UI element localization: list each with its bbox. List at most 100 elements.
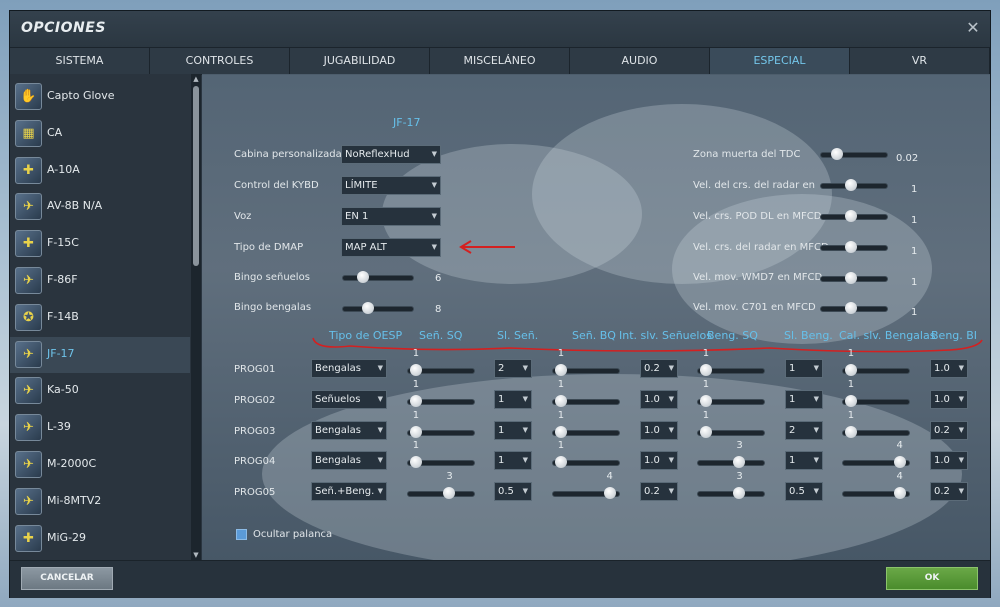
tab-sistema[interactable]: SISTEMA bbox=[10, 48, 150, 74]
radar-mfcd-slider[interactable] bbox=[820, 239, 888, 257]
slider-knob[interactable] bbox=[554, 394, 567, 407]
tipo-dropdown[interactable]: Bengalas ▼ bbox=[311, 359, 387, 378]
tab-especial[interactable]: ESPECIAL bbox=[710, 48, 850, 74]
slider-knob[interactable] bbox=[844, 425, 857, 438]
slider-knob[interactable] bbox=[443, 487, 456, 500]
tipo-dropdown[interactable]: Bengalas ▼ bbox=[311, 420, 387, 440]
scroll-thumb[interactable] bbox=[193, 86, 199, 266]
sen-bq-slider[interactable] bbox=[552, 362, 620, 380]
cal-slider[interactable] bbox=[842, 424, 910, 442]
beng-bi-dropdown[interactable]: 0.2 ▼ bbox=[930, 420, 968, 440]
slider-knob[interactable] bbox=[844, 394, 857, 407]
sidebar-item-jf-17[interactable]: ✈ JF-17 bbox=[10, 336, 190, 373]
tab-audio[interactable]: AUDIO bbox=[570, 48, 710, 74]
sl-sen-dropdown[interactable]: 1 ▼ bbox=[494, 451, 532, 471]
tab-vr[interactable]: VR bbox=[850, 48, 990, 74]
tab-controles[interactable]: CONTROLES bbox=[150, 48, 290, 74]
sl-sen-dropdown[interactable]: 0.5 ▼ bbox=[494, 482, 532, 502]
bingo-bengalas-slider[interactable] bbox=[342, 300, 414, 318]
slider-knob[interactable] bbox=[554, 456, 567, 469]
int-dropdown[interactable]: 0.2 ▼ bbox=[640, 359, 678, 378]
int-dropdown[interactable]: 1.0 ▼ bbox=[640, 389, 678, 409]
sen-sq-slider[interactable] bbox=[407, 393, 475, 411]
slider-knob[interactable] bbox=[845, 272, 858, 284]
slider-knob[interactable] bbox=[893, 456, 906, 469]
sen-bq-slider[interactable] bbox=[552, 485, 620, 503]
tab-miscel-neo[interactable]: MISCELÁNEO bbox=[430, 48, 570, 74]
sen-sq-slider[interactable] bbox=[407, 485, 475, 503]
sen-sq-slider[interactable] bbox=[407, 454, 475, 472]
sidebar-scrollbar[interactable]: ▲ ▼ bbox=[191, 74, 201, 560]
slider-knob[interactable] bbox=[554, 425, 567, 438]
slider-knob[interactable] bbox=[409, 456, 422, 469]
slider-knob[interactable] bbox=[699, 364, 712, 376]
cal-slider[interactable] bbox=[842, 362, 910, 380]
slider-knob[interactable] bbox=[361, 302, 374, 314]
wmd7-slider[interactable] bbox=[820, 270, 888, 288]
sl-beng-dropdown[interactable]: 1 ▼ bbox=[785, 451, 823, 471]
slider-knob[interactable] bbox=[831, 148, 844, 160]
slider-knob[interactable] bbox=[733, 456, 746, 469]
sidebar-item-l-39[interactable]: ✈ L-39 bbox=[10, 410, 190, 446]
cabina-dropdown[interactable]: NoReflexHud ▼ bbox=[341, 145, 441, 164]
slider-knob[interactable] bbox=[409, 425, 422, 438]
pod-slider[interactable] bbox=[820, 208, 888, 226]
slider-knob[interactable] bbox=[554, 364, 567, 376]
tipo-dropdown[interactable]: Señuelos ▼ bbox=[311, 389, 387, 409]
sl-beng-dropdown[interactable]: 0.5 ▼ bbox=[785, 482, 823, 502]
slider-knob[interactable] bbox=[603, 487, 616, 500]
beng-bi-dropdown[interactable]: 0.2 ▼ bbox=[930, 482, 968, 502]
beng-bi-dropdown[interactable]: 1.0 ▼ bbox=[930, 359, 968, 378]
voz-dropdown[interactable]: EN 1 ▼ bbox=[341, 207, 441, 226]
sidebar-item-mig-29[interactable]: ✚ MiG-29 bbox=[10, 521, 190, 557]
int-dropdown[interactable]: 1.0 ▼ bbox=[640, 451, 678, 471]
slider-knob[interactable] bbox=[699, 425, 712, 438]
slider-knob[interactable] bbox=[357, 271, 369, 283]
sen-bq-slider[interactable] bbox=[552, 424, 620, 442]
int-dropdown[interactable]: 1.0 ▼ bbox=[640, 420, 678, 440]
sl-sen-dropdown[interactable]: 1 ▼ bbox=[494, 420, 532, 440]
sidebar-item-capto-glove[interactable]: ✋ Capto Glove bbox=[10, 79, 190, 115]
slider-knob[interactable] bbox=[409, 394, 422, 407]
slider-knob[interactable] bbox=[845, 210, 858, 222]
scroll-down-icon[interactable]: ▼ bbox=[191, 550, 201, 560]
sl-sen-dropdown[interactable]: 1 ▼ bbox=[494, 389, 532, 409]
tdc-slider[interactable] bbox=[820, 146, 888, 164]
slider-knob[interactable] bbox=[845, 302, 858, 314]
slider-knob[interactable] bbox=[699, 394, 712, 407]
dmap-dropdown[interactable]: MAP ALT ▼ bbox=[341, 238, 441, 257]
sidebar-item-av-8b-n-a[interactable]: ✈ AV-8B N/A bbox=[10, 189, 190, 225]
sidebar-item-ka-50[interactable]: ✈ Ka-50 bbox=[10, 373, 190, 409]
tipo-dropdown[interactable]: Señ.+Beng. ▼ bbox=[311, 482, 387, 502]
beng-sq-slider[interactable] bbox=[697, 424, 765, 442]
c701-slider[interactable] bbox=[820, 300, 888, 318]
sidebar-item-f-86f[interactable]: ✈ F-86F bbox=[10, 263, 190, 299]
sl-beng-dropdown[interactable]: 2 ▼ bbox=[785, 420, 823, 440]
beng-sq-slider[interactable] bbox=[697, 485, 765, 503]
close-icon[interactable]: ✕ bbox=[965, 19, 981, 37]
tipo-dropdown[interactable]: Bengalas ▼ bbox=[311, 451, 387, 471]
sidebar-item-a-10a[interactable]: ✚ A-10A bbox=[10, 153, 190, 189]
sidebar-item-f-15c[interactable]: ✚ F-15C bbox=[10, 226, 190, 262]
cal-slider[interactable] bbox=[842, 393, 910, 411]
scroll-up-icon[interactable]: ▲ bbox=[191, 74, 201, 84]
ok-button[interactable]: OK bbox=[886, 567, 978, 590]
sl-beng-dropdown[interactable]: 1 ▼ bbox=[785, 359, 823, 378]
sl-beng-dropdown[interactable]: 1 ▼ bbox=[785, 389, 823, 409]
sen-bq-slider[interactable] bbox=[552, 454, 620, 472]
slider-knob[interactable] bbox=[844, 364, 857, 376]
sl-sen-dropdown[interactable]: 2 ▼ bbox=[494, 359, 532, 378]
cal-slider[interactable] bbox=[842, 454, 910, 472]
cancel-button[interactable]: CANCELAR bbox=[21, 567, 113, 590]
beng-sq-slider[interactable] bbox=[697, 362, 765, 380]
beng-bi-dropdown[interactable]: 1.0 ▼ bbox=[930, 389, 968, 409]
beng-sq-slider[interactable] bbox=[697, 393, 765, 411]
ocultar-palanca-checkbox[interactable] bbox=[236, 529, 247, 540]
slider-knob[interactable] bbox=[733, 487, 746, 500]
slider-knob[interactable] bbox=[409, 364, 422, 376]
sidebar-item-f-14b[interactable]: ✪ F-14B bbox=[10, 300, 190, 336]
sidebar-item-mi-8mtv2[interactable]: ✈ Mi-8MTV2 bbox=[10, 484, 190, 520]
sen-bq-slider[interactable] bbox=[552, 393, 620, 411]
beng-sq-slider[interactable] bbox=[697, 454, 765, 472]
sen-sq-slider[interactable] bbox=[407, 362, 475, 380]
